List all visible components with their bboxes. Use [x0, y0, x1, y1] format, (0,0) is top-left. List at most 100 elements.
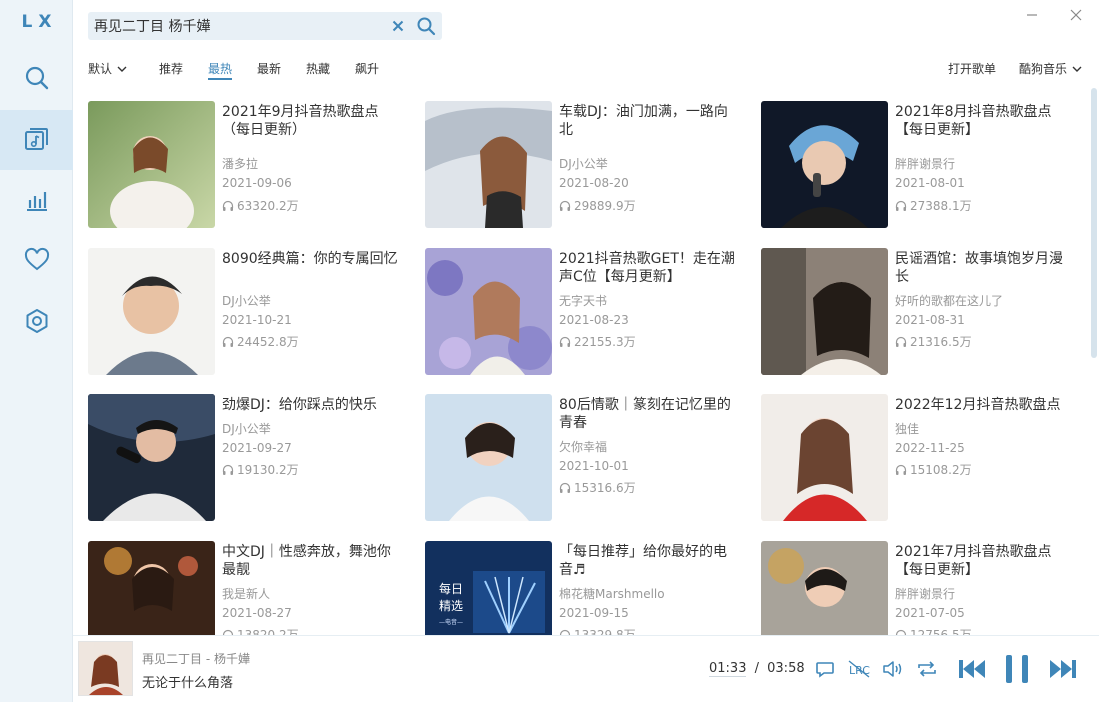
playlist-date: 2021-09-15 [559, 606, 629, 620]
settings-icon [26, 309, 47, 333]
tab-hot-collect[interactable]: 热藏 [306, 60, 330, 77]
playlist-author: 胖胖谢景行 [895, 587, 956, 601]
chevron-down-icon [117, 66, 127, 72]
playlist-date: 2022-11-25 [895, 441, 965, 455]
playlist-date: 2021-08-31 [895, 313, 965, 327]
now-playing-cover[interactable] [78, 641, 133, 696]
playlist-title: 「每日推荐」给你最好的电音♬ [559, 544, 727, 578]
volume-button[interactable] [881, 658, 905, 680]
playlist-card[interactable]: 2021年7月抖音热歌盘点【每日更新】 胖胖谢景行 2021-07-05 127… [761, 541, 1081, 635]
headphones-icon [559, 200, 571, 211]
chevron-down-icon [1072, 66, 1082, 72]
playlist-author: DJ小公举 [222, 294, 271, 308]
playlist-card[interactable]: 2022年12月抖音热歌盘点 独佳 2022-11-25 15108.2万 [761, 394, 1081, 524]
playlist-card[interactable]: 每日 精选 —电音— 「每日推荐」给你最好的电音♬ 棉花糖Marshmello … [425, 541, 745, 635]
cover-text-line: 每日 [439, 581, 463, 596]
playlist-title: 民谣酒馆：故事填饱岁月漫长 [895, 251, 1063, 285]
repeat-mode-button[interactable] [915, 658, 939, 680]
search-button-icon[interactable] [416, 16, 436, 36]
close-icon [1070, 9, 1082, 21]
lyric-toggle-button[interactable]: LRC [847, 658, 871, 680]
playlist-title: 车载DJ：油门加满，一路向北 [559, 104, 728, 138]
search-input[interactable] [94, 14, 384, 38]
minimize-button[interactable] [1023, 6, 1041, 24]
playlist-title: 劲爆DJ：给你踩点的快乐 [222, 397, 377, 413]
playlist-plays: 15316.6万 [559, 480, 636, 496]
playlist-cover [88, 248, 215, 375]
play-count: 12756.5万 [910, 628, 972, 635]
next-track-button[interactable] [1047, 654, 1079, 684]
playlist-card[interactable]: 劲爆DJ：给你踩点的快乐 DJ小公举 2021-09-27 19130.2万 [88, 394, 408, 524]
playlist-author: 独佳 [895, 422, 920, 436]
playlist-cover [425, 248, 552, 375]
playlist-cover [761, 248, 888, 375]
playlist-card[interactable]: 2021年8月抖音热歌盘点【每日更新】 胖胖谢景行 2021-08-01 273… [761, 101, 1081, 231]
cover-text-line: 精选 [439, 599, 463, 613]
source-dropdown[interactable]: 酷狗音乐 [1019, 60, 1083, 77]
playlist-plays: 21316.5万 [895, 334, 972, 350]
comment-button[interactable] [814, 658, 836, 680]
playlist-author: 无字天书 [559, 294, 608, 308]
playlist-card[interactable]: 2021年9月抖音热歌盘点（每日更新） 潘多拉 2021-09-06 63320… [88, 101, 408, 231]
playlist-author: 棉花糖Marshmello [559, 587, 665, 601]
sidebar-item-charts[interactable] [0, 170, 73, 230]
now-playing-title: 再见二丁目 - 杨千嬅 [142, 652, 250, 666]
playlist-plays: 15108.2万 [895, 462, 972, 478]
playlist-card[interactable]: 8090经典篇：你的专属回忆 DJ小公举 2021-10-21 24452.8万 [88, 248, 408, 378]
tab-hottest[interactable]: 最热 [208, 60, 232, 77]
playlist-cover [88, 101, 215, 228]
music-playlist-icon [24, 128, 48, 150]
play-count: 13329.8万 [574, 628, 636, 635]
pause-icon [1006, 655, 1028, 683]
volume-icon [883, 661, 902, 677]
clear-search-icon[interactable] [390, 18, 406, 34]
playlist-author: DJ小公举 [559, 157, 608, 171]
playlist-title: 中文DJ｜性感奔放，舞池你最靓 [222, 544, 391, 578]
sidebar: LX [0, 0, 73, 702]
headphones-icon [222, 336, 234, 347]
open-playlist-button[interactable]: 打开歌单 [948, 60, 996, 77]
playlist-card[interactable]: 中文DJ｜性感奔放，舞池你最靓 我是新人 2021-08-27 13820.2万 [88, 541, 408, 635]
play-count: 22155.3万 [574, 335, 636, 349]
playlist-cover [425, 101, 552, 228]
headphones-icon [895, 200, 907, 211]
sidebar-item-settings[interactable] [0, 291, 73, 351]
playlist-card[interactable]: 2021抖音热歌GET！走在潮声C位【每月更新】 无字天书 2021-08-23… [425, 248, 745, 378]
playlist-date: 2021-08-01 [895, 176, 965, 190]
tab-recommend[interactable]: 推荐 [159, 60, 183, 77]
cover-text-line: —电音— [439, 618, 463, 626]
playlist-plays: 19130.2万 [222, 462, 299, 478]
pause-button[interactable] [1001, 652, 1033, 686]
playback-time: 01:33 / 03:58 [709, 661, 805, 677]
playlist-author: 胖胖谢景行 [895, 157, 956, 171]
playlist-plays: 63320.2万 [222, 198, 299, 214]
playlist-plays: 22155.3万 [559, 334, 636, 350]
tab-newest[interactable]: 最新 [257, 60, 281, 77]
playlist-plays: 13820.2万 [222, 627, 299, 635]
playlist-plays: 12756.5万 [895, 627, 972, 635]
scrollbar-thumb[interactable] [1091, 88, 1097, 358]
sidebar-item-search[interactable] [0, 48, 73, 108]
filter-bar: 默认 推荐 最热 最新 热藏 飙升 打开歌单 酷狗音乐 [88, 58, 1088, 80]
close-window-button[interactable] [1067, 6, 1085, 24]
player-bar: 再见二丁目 - 杨千嬅 无论于什么角落 01:33 / 03:58 LRC [73, 635, 1099, 702]
sort-dropdown[interactable]: 默认 [88, 60, 128, 77]
headphones-icon [895, 336, 907, 347]
playlist-date: 2021-10-21 [222, 313, 292, 327]
playlist-card[interactable]: 80后情歌｜篆刻在记忆里的青春 欠你幸福 2021-10-01 15316.6万 [425, 394, 745, 524]
headphones-icon [222, 200, 234, 211]
headphones-icon [895, 464, 907, 475]
previous-track-button[interactable] [956, 654, 988, 684]
playlist-card[interactable]: 车载DJ：油门加满，一路向北 DJ小公举 2021-08-20 29889.9万 [425, 101, 745, 231]
sidebar-item-favorites[interactable] [0, 230, 73, 290]
play-count: 15316.6万 [574, 481, 636, 495]
playlist-cover [88, 394, 215, 521]
playlist-card[interactable]: 民谣酒馆：故事填饱岁月漫长 好听的歌都在这儿了 2021-08-31 21316… [761, 248, 1081, 378]
playlist-cover [761, 541, 888, 635]
sidebar-item-playlist[interactable] [0, 110, 73, 170]
tab-rising[interactable]: 飙升 [355, 60, 379, 77]
playlist-plays: 13329.8万 [559, 627, 636, 635]
play-count: 24452.8万 [237, 335, 299, 349]
play-count: 27388.1万 [910, 199, 972, 213]
playlist-plays: 24452.8万 [222, 334, 299, 350]
